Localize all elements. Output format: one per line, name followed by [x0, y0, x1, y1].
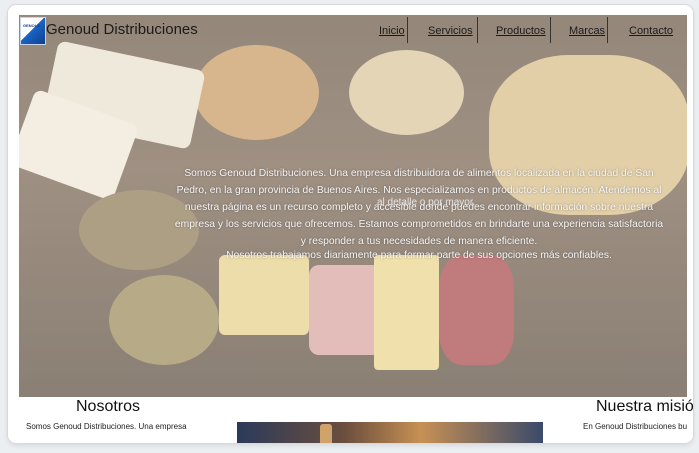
- brand-logo[interactable]: GENOUD: [20, 17, 46, 45]
- section-title-mision: Nuestra misión: [596, 398, 693, 415]
- brand-name[interactable]: Genoud Distribuciones: [46, 21, 198, 38]
- nav-separator: [550, 17, 551, 43]
- brand-logo-text: GENOUD: [23, 23, 41, 28]
- nav-link-inicio[interactable]: Inicio: [379, 17, 405, 45]
- nav-separator: [477, 17, 478, 43]
- hero-paragraph-2: Nosotros trabajamos diariamente para for…: [226, 250, 612, 261]
- nav-link-productos[interactable]: Productos: [496, 17, 546, 45]
- section-text-nosotros: Somos Genoud Distribuciones. Una empresa: [26, 422, 187, 431]
- section-image-tower: [320, 424, 332, 443]
- hero-overlap-text: al detalle o por mayor.: [377, 197, 476, 208]
- nav-link-marcas[interactable]: Marcas: [569, 17, 605, 45]
- nav-link-servicios[interactable]: Servicios: [428, 17, 473, 45]
- hero-description: Somos Genoud Distribuciones. Una empresa…: [174, 165, 664, 264]
- nav-separator: [407, 17, 408, 43]
- main-nav: Inicio Servicios Productos Marcas Contac…: [357, 17, 687, 45]
- browser-viewport: GENOUD Genoud Distribuciones Inicio Serv…: [8, 5, 693, 443]
- section-image: [237, 422, 543, 443]
- nav-link-contacto[interactable]: Contacto: [629, 17, 673, 45]
- section-title-nosotros: Nosotros: [76, 398, 141, 415]
- section-text-mision: En Genoud Distribuciones bu: [583, 422, 688, 431]
- hero-section: GENOUD Genoud Distribuciones Inicio Serv…: [19, 15, 687, 397]
- nav-separator: [607, 17, 608, 43]
- top-navbar: GENOUD Genoud Distribuciones Inicio Serv…: [19, 15, 687, 49]
